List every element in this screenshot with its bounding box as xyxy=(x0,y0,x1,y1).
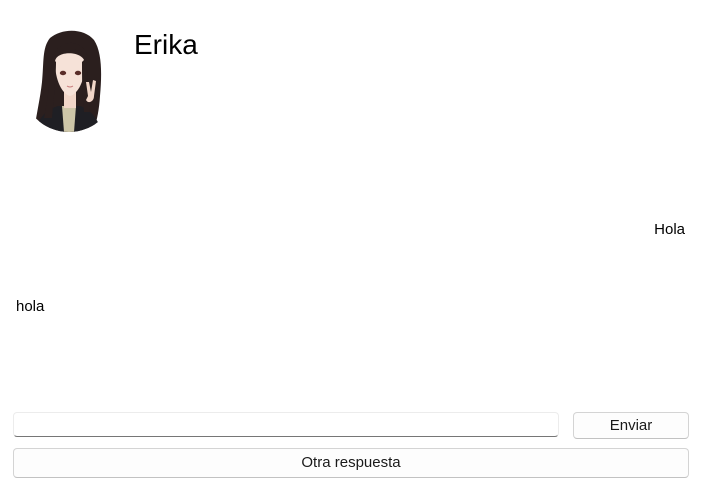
anime-girl-avatar-icon xyxy=(22,26,116,132)
contact-avatar xyxy=(22,26,116,132)
message-input[interactable] xyxy=(13,412,559,437)
message-received: hola xyxy=(16,298,45,315)
send-button[interactable]: Enviar xyxy=(573,412,689,439)
chat-window: Erika Hola hola Enviar Otra respuesta xyxy=(0,0,703,481)
other-reply-button[interactable]: Otra respuesta xyxy=(13,448,689,478)
message-sent: Hola xyxy=(654,221,685,238)
contact-name: Erika xyxy=(134,29,198,60)
message-list: Hola hola xyxy=(0,140,703,400)
